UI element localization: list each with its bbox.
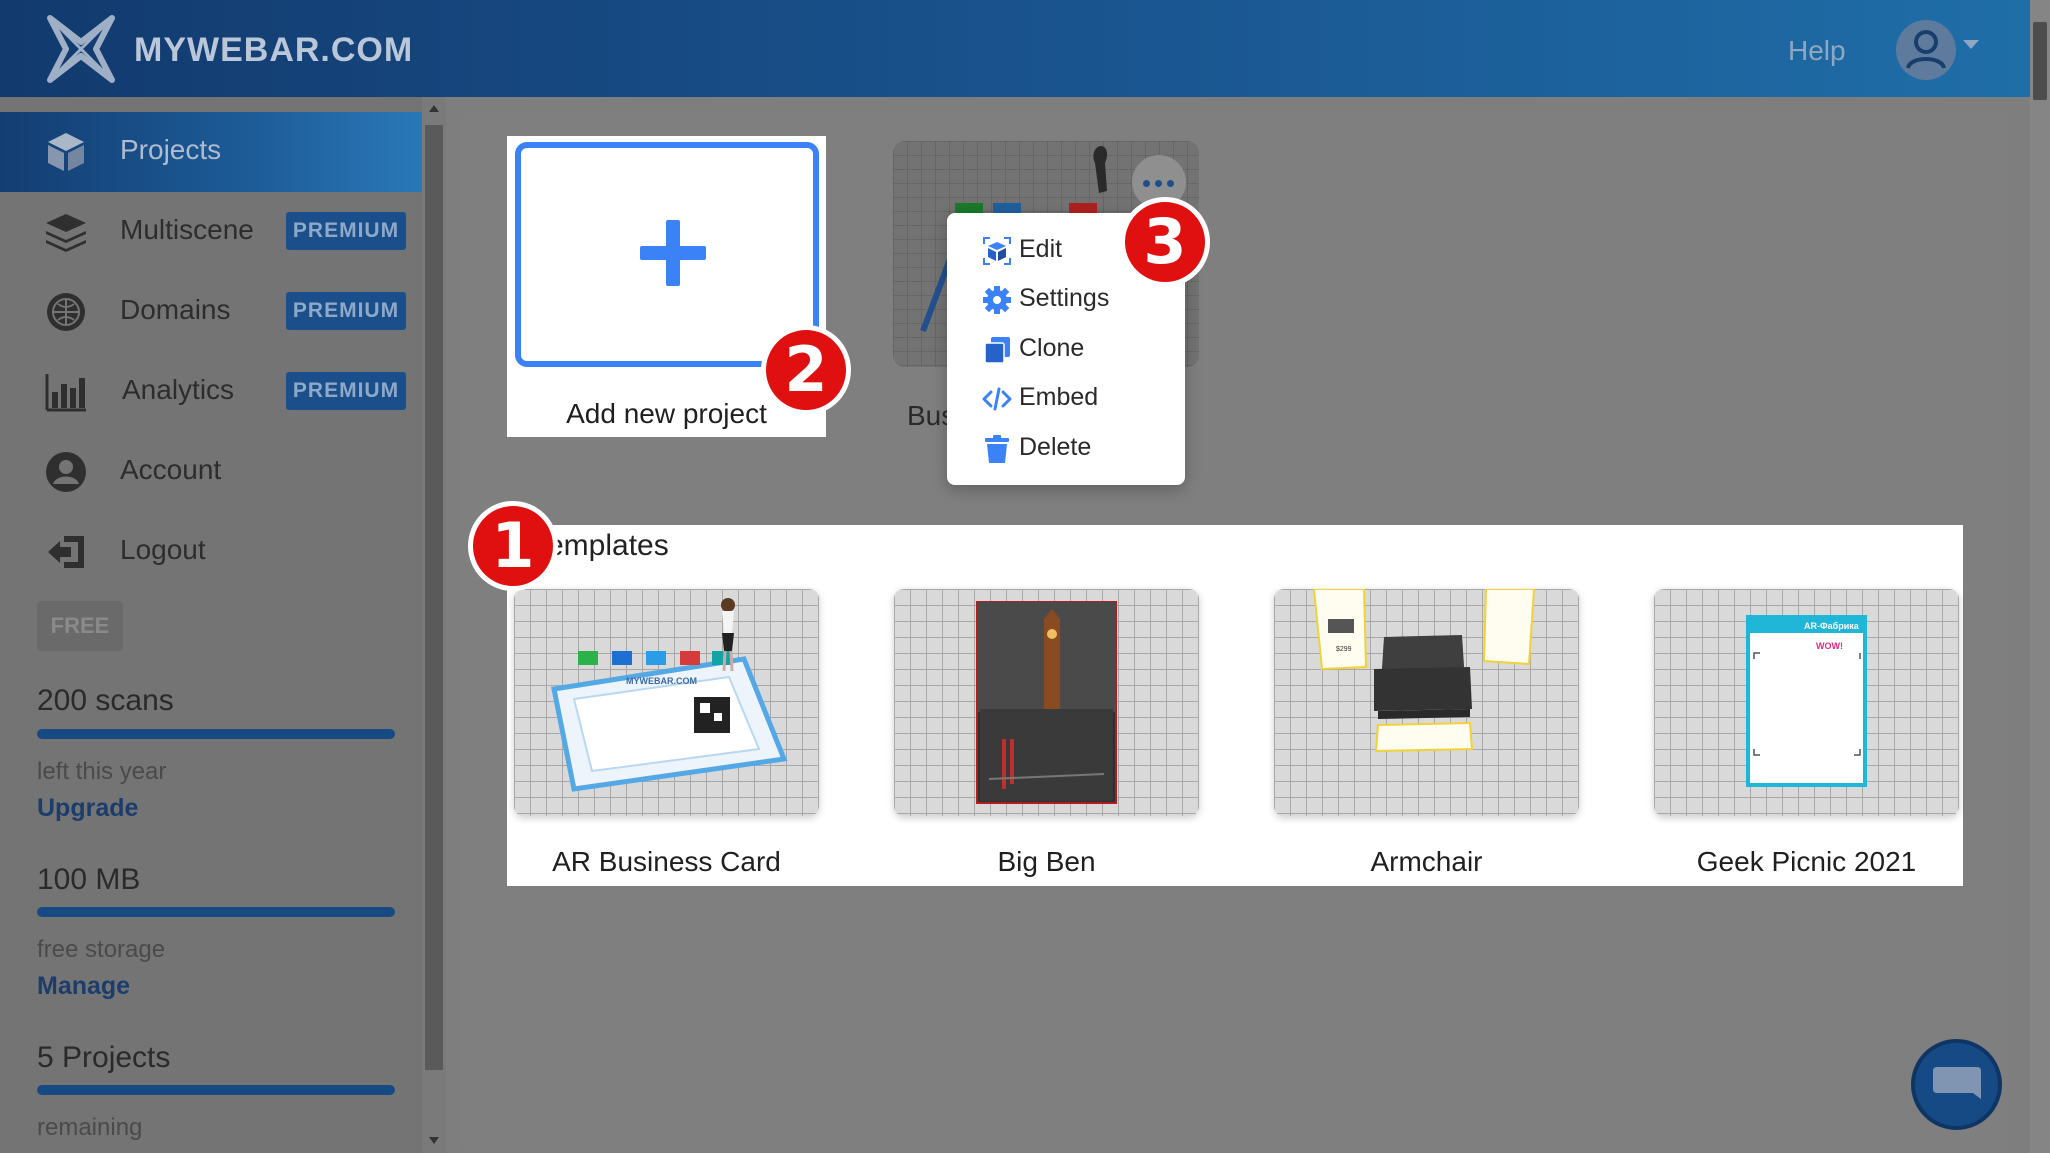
logout-icon [48,536,84,568]
template-big-ben-thumbnail[interactable] [894,589,1199,816]
menu-item-label: Edit [1019,235,1063,263]
poster-wow-text: WOW! [1816,641,1843,651]
sidebar-item-multiscene[interactable]: Multiscene PREMIUM [0,192,422,272]
menu-item-label: Clone [1019,334,1085,362]
user-avatar-button[interactable] [1896,20,1956,80]
upgrade-link[interactable]: Upgrade [37,794,138,823]
window-scrollbar[interactable] [2030,0,2050,1153]
plan-badge: FREE [37,601,123,651]
price-text: $299 [1336,646,1352,653]
plus-icon[interactable] [640,220,706,286]
menu-item-label: Embed [1019,383,1099,411]
account-icon [46,452,86,492]
chevron-down-icon[interactable] [1963,40,1979,49]
window-scrollbar-thumb[interactable] [2033,22,2047,100]
sidebar-item-label: Logout [120,534,206,565]
sidebar-scrollbar[interactable] [422,97,446,1153]
template-big-ben-label[interactable]: Big Ben [894,846,1199,878]
poster-title-text: AR-Фабрика [1804,621,1860,631]
template-armchair-thumbnail[interactable]: $299 [1274,589,1579,816]
projects-remaining-count: 5 Projects [37,1041,171,1074]
help-link[interactable]: Help [1788,35,1846,67]
template-ar-business-card-thumbnail[interactable]: MYWEBAR.COM [514,589,819,816]
clone-icon [984,337,1010,364]
cube-icon [48,133,84,171]
step-marker-3: 3 [1120,197,1210,287]
premium-badge: PREMIUM [286,372,406,410]
brand-name[interactable]: MYWEBAR.COM [134,31,413,70]
gear-icon [983,286,1011,314]
sidebar-item-label: Projects [120,134,222,165]
user-icon [1906,30,1946,69]
dot-icon [1167,180,1174,187]
menu-item-label: Delete [1019,433,1092,461]
menu-item-label: Settings [1019,284,1110,312]
big-ben-photo-image [976,601,1117,804]
dot-icon [1155,180,1162,187]
sidebar-item-account[interactable]: Account [0,432,422,512]
trash-icon [985,435,1009,463]
storage-progress-bar [37,907,395,917]
premium-badge: PREMIUM [286,292,406,330]
template-armchair-label[interactable]: Armchair [1274,846,1579,878]
sidebar-item-label: Domains [120,294,231,325]
scans-count: 200 scans [37,684,174,717]
projects-caption: remaining [37,1114,143,1141]
sidebar: Projects Multiscene PREMIUM Domains PREM… [0,97,422,1153]
storage-amount: 100 MB [37,863,141,896]
menu-item-clone[interactable]: Clone [947,324,1185,372]
step-marker-2: 2 [761,325,851,415]
bar-chart-icon [45,374,86,412]
edit-cube-icon [983,237,1011,265]
scroll-up-icon[interactable] [429,105,439,112]
scans-progress-bar [37,729,395,739]
sidebar-scrollbar-thumb[interactable] [425,125,443,1070]
sidebar-item-label: Multiscene [120,214,254,245]
scroll-down-icon[interactable] [429,1137,439,1144]
templates-section: emplates MYWEBAR.COM AR Business Card Bi… [507,525,1963,886]
menu-item-embed[interactable]: Embed [947,373,1185,421]
top-header: MYWEBAR.COM Help [0,0,2030,97]
scans-caption: left this year [37,758,167,785]
manage-link[interactable]: Manage [37,972,130,1001]
template-geek-picnic-thumbnail[interactable]: AR-Фабрика WOW! [1654,589,1959,816]
premium-badge: PREMIUM [286,212,406,250]
dot-icon [1143,180,1150,187]
chat-widget-button[interactable] [1911,1039,2002,1130]
card-brand-text: MYWEBAR.COM [626,676,697,686]
mywebar-logo-icon[interactable] [44,14,118,84]
layers-icon [46,214,86,252]
projects-progress-bar [37,1085,395,1095]
chat-bubble-icon [1933,1067,1981,1099]
business-card-scene-image: MYWEBAR.COM [551,598,788,792]
templates-heading: emplates [547,529,669,562]
sidebar-item-analytics[interactable]: Analytics PREMIUM [0,352,422,432]
add-project-box[interactable] [515,142,819,367]
sidebar-item-projects[interactable]: Projects [0,112,422,192]
sidebar-item-label: Analytics [122,374,235,405]
armchair-scene-image: $299 [1312,589,1536,753]
sidebar-item-label: Account [120,454,222,485]
step-marker-1: 1 [468,501,558,591]
code-icon [982,387,1012,411]
template-geek-picnic-label[interactable]: Geek Picnic 2021 [1654,846,1959,878]
geek-picnic-poster-image: AR-Фабрика WOW! [1746,615,1867,787]
menu-item-delete[interactable]: Delete [947,423,1185,471]
sidebar-item-domains[interactable]: Domains PREMIUM [0,272,422,352]
globe-icon [47,293,85,331]
template-ar-business-card-label[interactable]: AR Business Card [514,846,819,878]
sidebar-item-logout[interactable]: Logout [0,512,422,592]
storage-caption: free storage [37,936,166,963]
